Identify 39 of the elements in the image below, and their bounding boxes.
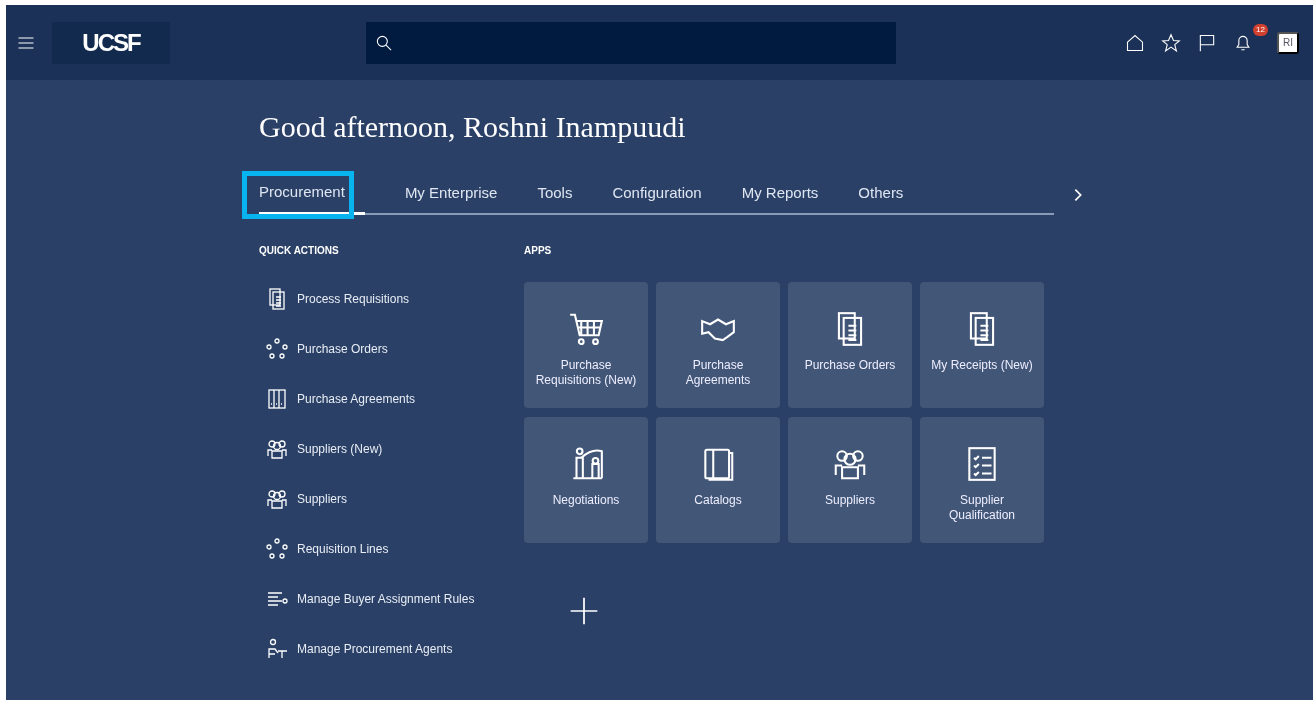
app-tile[interactable]: Negotiations <box>524 416 648 543</box>
cycle-icon <box>265 536 289 561</box>
home-icon <box>1125 32 1145 53</box>
tab[interactable]: Others <box>858 175 904 213</box>
tab[interactable]: Configuration <box>612 175 702 213</box>
quick-action-link[interactable]: Suppliers (New) <box>259 423 383 474</box>
star-icon <box>1161 32 1181 53</box>
person-desk-icon <box>265 636 289 661</box>
tab[interactable]: My Reports <box>741 175 819 213</box>
favorites-button[interactable] <box>1161 32 1181 53</box>
binder-icon <box>265 386 289 411</box>
quick-action-link[interactable]: Purchase Orders <box>259 323 388 374</box>
search-field[interactable] <box>366 21 896 64</box>
app-tile[interactable]: Suppliers <box>788 416 912 543</box>
app-tile[interactable]: Purchase Orders <box>788 281 912 408</box>
app-tile[interactable]: Catalogs <box>656 416 780 543</box>
logo: UCSF <box>52 21 170 64</box>
tab[interactable]: Tools <box>537 175 573 213</box>
cycle-icon <box>265 336 289 361</box>
quick-action-link[interactable]: Purchase Agreements <box>259 373 416 424</box>
app-tile[interactable]: Purchase Requisitions (New) <box>524 281 648 408</box>
flag-icon <box>1197 32 1217 53</box>
quick-action-link[interactable]: Manage Procurement Agents <box>259 623 453 674</box>
avatar-button[interactable]: RI <box>1277 31 1299 54</box>
quick-action-link[interactable]: Process Requisitions <box>259 273 410 324</box>
flag-button[interactable] <box>1197 32 1217 53</box>
tab[interactable]: My Enterprise <box>404 175 498 213</box>
notification-count: 12 <box>1253 23 1268 36</box>
app-tile[interactable]: Supplier Qualification <box>920 416 1044 543</box>
app-tile[interactable]: Purchase Agreements <box>656 281 780 408</box>
greeting: Good afternoon, Roshni Inampuudi <box>259 109 687 145</box>
section-title: APPS <box>524 243 553 258</box>
quick-action-link[interactable]: Requisition Lines <box>259 523 389 574</box>
home-button[interactable] <box>1125 32 1145 53</box>
quick-action-link[interactable]: Manage Buyer Assignment Rules <box>259 573 475 624</box>
app-tile[interactable]: My Receipts (New) <box>920 281 1044 408</box>
quick-action-link[interactable]: Suppliers <box>259 473 348 524</box>
section-title: QUICK ACTIONS <box>259 243 340 258</box>
tab[interactable]: Procurement <box>259 175 365 215</box>
